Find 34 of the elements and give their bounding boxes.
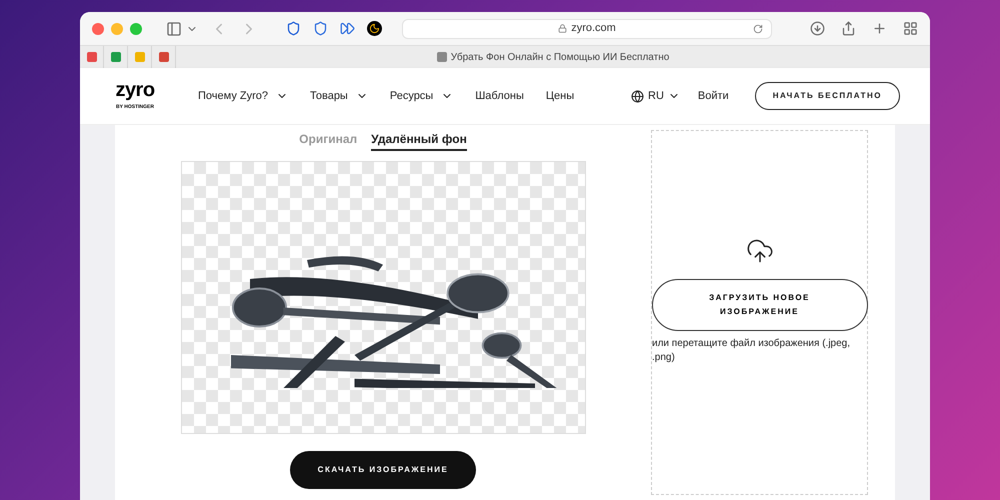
upload-hint: или перетащите файл изображения (.jpeg, .png) [652, 337, 852, 365]
language-selector[interactable]: RU [631, 88, 680, 104]
moon-icon[interactable] [367, 21, 382, 36]
close-window-icon[interactable] [92, 22, 104, 34]
globe-icon [631, 90, 644, 102]
lock-icon [558, 24, 568, 33]
address-bar[interactable]: zyro.com [402, 18, 772, 38]
view-tab[interactable]: Удалённый фон [371, 130, 467, 151]
nav-link[interactable]: Цены [546, 88, 574, 104]
upload-dropzone[interactable]: ЗАГРУЗИТЬ НОВОЕ ИЗОБРАЖЕНИЕ или перетащите файл изображения (.jpeg, .png) [651, 130, 868, 495]
sidebar-icon[interactable] [166, 20, 182, 36]
logo-text[interactable]: zyro [115, 80, 155, 100]
download-image-button[interactable]: СКАЧАТЬ ИЗОБРАЖЕНИЕ [290, 451, 476, 489]
pinned-tab-icon[interactable] [110, 52, 120, 62]
reload-icon[interactable] [753, 24, 763, 34]
share-icon[interactable] [841, 21, 856, 36]
pinned-tab-icon[interactable] [158, 52, 168, 62]
shield-icon[interactable] [313, 21, 328, 36]
nav-link[interactable]: Ресурсы [390, 88, 454, 104]
fast-forward-icon[interactable] [340, 21, 355, 36]
new-tab-icon[interactable] [872, 21, 887, 36]
start-free-button[interactable]: НАЧАТЬ БЕСПЛАТНО [754, 82, 900, 110]
cloud-upload-icon [746, 237, 774, 265]
nav-link[interactable]: Шаблоны [475, 88, 524, 104]
upload-image-button[interactable]: ЗАГРУЗИТЬ НОВОЕ ИЗОБРАЖЕНИЕ [652, 279, 868, 331]
address-text: zyro.com [571, 21, 616, 36]
pinned-tab-icon[interactable] [86, 52, 96, 62]
favicon-icon [436, 52, 447, 62]
nav-link[interactable]: Товары [310, 88, 368, 104]
shield-icon[interactable] [286, 21, 301, 36]
nav-link[interactable]: Почему Zyro? [198, 88, 288, 104]
login-link[interactable]: Войти [698, 88, 729, 104]
download-icon[interactable] [810, 21, 825, 36]
tab-overview-icon[interactable] [903, 21, 918, 36]
